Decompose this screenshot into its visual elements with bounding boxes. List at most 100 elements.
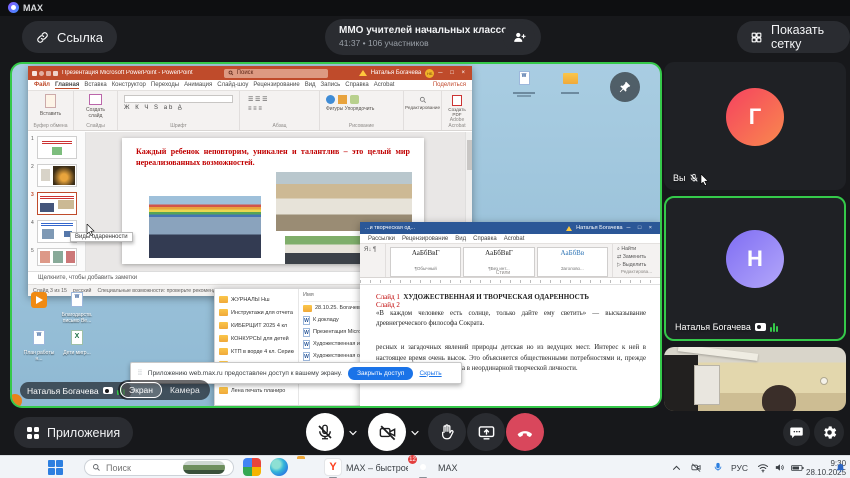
create-pdf-button[interactable]: Создать PDF (442, 107, 472, 117)
yandex-window-title[interactable]: MAX – быстрое и легк (346, 463, 408, 473)
pin-tile-button[interactable] (610, 72, 640, 102)
tab-insert[interactable]: Вставка (84, 82, 106, 88)
tab-file[interactable]: Файл (34, 82, 50, 88)
desktop-icon-folder[interactable] (555, 71, 585, 94)
drag-handle-icon[interactable]: ⁞⁞ (138, 370, 142, 377)
tab-help[interactable]: Справка (473, 236, 497, 242)
screen-share-tile[interactable]: Презентация Microsoft PowerPoint - Power… (10, 62, 662, 408)
tab-review[interactable]: Рецензирование (253, 82, 299, 88)
folder-item[interactable]: Инструктажи для отчета (219, 306, 294, 319)
replace-button[interactable]: ⇄ Заменить (617, 254, 656, 262)
tray-mic-icon[interactable] (713, 461, 723, 473)
share-button[interactable]: Поделиться (433, 82, 466, 88)
show-grid-button[interactable]: Показать сетку (737, 21, 850, 53)
folder-item[interactable]: КТП в ворде 4 кл. Серико (219, 345, 294, 358)
start-button[interactable] (48, 460, 63, 475)
folder-item[interactable]: КОНКУРСЫ для детей (219, 332, 294, 345)
mic-toggle-button[interactable] (306, 413, 344, 451)
word-ribbon-tabs[interactable]: Рассылки Рецензирование Вид Справка Acro… (360, 234, 660, 244)
share-source-toggle[interactable]: Экран Камера (118, 380, 210, 400)
sort-paragraph-buttons[interactable]: Я↓ ¶ (360, 244, 386, 277)
settings-button[interactable] (814, 417, 844, 447)
camera-toggle-button[interactable] (368, 413, 406, 451)
tab-slideshow[interactable]: Слайд-шоу (217, 82, 248, 88)
taskbar-app-icon[interactable] (243, 458, 261, 476)
desktop-icon-excel[interactable]: X Дети мигр... (58, 330, 96, 362)
tab-mailings[interactable]: Рассылки (368, 236, 395, 242)
font-format-buttons[interactable]: Ж К Ч S ab A̲ (124, 105, 233, 111)
tab-review[interactable]: Рецензирование (402, 236, 448, 242)
search-input[interactable] (106, 463, 178, 473)
participant-tile-video[interactable] (664, 347, 846, 411)
tab-help[interactable]: Справка (345, 82, 369, 88)
folder-item[interactable]: КИБЕРЩИТ 2025 4 кл (219, 319, 294, 332)
slide-thumbnail-panel[interactable]: 1 2 3 4 5 (28, 132, 86, 271)
folder-item[interactable]: ЖУРНАЛЫ Нш (219, 293, 294, 306)
editing-button[interactable]: Редактирование (404, 105, 441, 110)
share-screen-button[interactable] (467, 413, 505, 451)
raise-hand-button[interactable] (428, 413, 466, 451)
hide-notice-link[interactable]: Скрыть (419, 370, 441, 377)
tray-camera-off-icon[interactable] (690, 462, 702, 473)
desktop-icon-word-1[interactable]: Благодарств. письмо Ве... (58, 292, 96, 324)
add-participant-button[interactable] (503, 21, 535, 53)
quick-access-toolbar[interactable] (32, 71, 58, 76)
desktop-icon-app[interactable] (20, 292, 58, 324)
chat-button[interactable] (783, 419, 810, 446)
participant-tile-speaker[interactable]: Н Наталья Богачева (664, 196, 846, 341)
folder-item[interactable]: Лена печать планиро (219, 384, 294, 397)
editing-group[interactable]: ⌕ Найти ⇄ Заменить ▷ Выделить Редактиров… (612, 244, 660, 277)
window-controls[interactable]: ─ □ × (627, 225, 656, 231)
powerpoint-search-box[interactable]: Поиск (224, 69, 328, 78)
window-controls[interactable]: ─ □ × (438, 70, 468, 76)
tray-language[interactable]: РУС (731, 463, 748, 473)
shapes-arrange-buttons[interactable]: Фигуры Упорядочить (326, 106, 397, 112)
slide-thumb-5[interactable]: 5 (28, 243, 85, 266)
mic-options-chevron[interactable] (346, 426, 360, 440)
stop-sharing-button[interactable]: Закрыть доступ (348, 367, 413, 380)
tab-acrobat[interactable]: Acrobat (374, 82, 395, 88)
tab-animations[interactable]: Анимация (184, 82, 212, 88)
copy-link-button[interactable]: Ссылка (22, 21, 117, 53)
taskbar-search-box[interactable] (84, 459, 234, 476)
slide-thumb-3-selected[interactable]: 3 (28, 187, 85, 215)
windows-taskbar[interactable]: Y MAX – быстрое и легк 12 MAX РУС 9:30 2… (0, 455, 850, 478)
paste-button[interactable]: Вставить (28, 111, 73, 117)
tab-view[interactable]: Вид (305, 82, 316, 88)
apps-button[interactable]: Приложения (14, 417, 133, 448)
status-accessibility[interactable]: Специальные возможности: проверьте реком… (97, 288, 227, 294)
tab-design[interactable]: Конструктор (112, 82, 146, 88)
new-slide-button[interactable]: Создать слайд (74, 108, 117, 119)
tab-view[interactable]: Вид (455, 236, 466, 242)
participant-tile-you[interactable]: Г Вы (664, 62, 846, 190)
source-screen-tab[interactable]: Экран (120, 382, 162, 398)
yandex-browser-icon[interactable]: Y (324, 458, 342, 476)
tab-record[interactable]: Запись (321, 82, 341, 88)
word-ribbon[interactable]: Я↓ ¶ АаБбВвГ¶Обычный АаБбВвГ¶Без инт... … (360, 244, 660, 278)
end-call-button[interactable] (506, 413, 544, 451)
powerpoint-ribbon-tabs[interactable]: Файл Главная Вставка Конструктор Переход… (28, 80, 472, 91)
camera-options-chevron[interactable] (408, 426, 422, 440)
tray-notification-bell-icon[interactable] (835, 462, 846, 474)
desktop-icon-word-2[interactable]: План работы н... (20, 330, 58, 362)
paragraph-buttons[interactable]: ☰ ☰ ☰≡ ≡ ≡ (248, 96, 311, 114)
tray-chevron-icon[interactable] (672, 464, 681, 471)
word-titlebar[interactable]: ...и творческая од... Наталья Богачева ─… (360, 222, 660, 234)
account-avatar[interactable]: НБ (425, 69, 434, 78)
tab-acrobat[interactable]: Acrobat (504, 236, 525, 242)
tray-wifi-icon[interactable] (757, 463, 769, 473)
desktop-icons-group[interactable]: Благодарств. письмо Ве... План работы н.… (20, 292, 96, 362)
desktop-icon-word-doc[interactable] (509, 71, 539, 97)
tray-battery-icon[interactable] (791, 464, 804, 472)
max-window-title[interactable]: MAX (438, 463, 458, 473)
tab-home[interactable]: Главная (55, 82, 79, 89)
powerpoint-titlebar[interactable]: Презентация Microsoft PowerPoint - Power… (28, 66, 472, 80)
tray-speaker-icon[interactable] (774, 462, 785, 473)
edge-browser-icon[interactable] (270, 458, 288, 476)
slide-thumb-2[interactable]: 2 (28, 159, 85, 187)
word-document-page[interactable]: Слайд 1 ХУДОЖЕСТВЕННАЯ И ТВОРЧЕСКАЯ ОДАР… (360, 285, 660, 406)
powerpoint-ribbon[interactable]: Вставить Буфер обмена Создать слайд Слай… (28, 91, 472, 131)
search-highlight-image[interactable] (183, 461, 225, 474)
explorer-window[interactable]: ЖУРНАЛЫ Нш Инструктажи для отчета КИБЕРЩ… (214, 288, 374, 406)
find-button[interactable]: ⌕ Найти (617, 246, 656, 254)
